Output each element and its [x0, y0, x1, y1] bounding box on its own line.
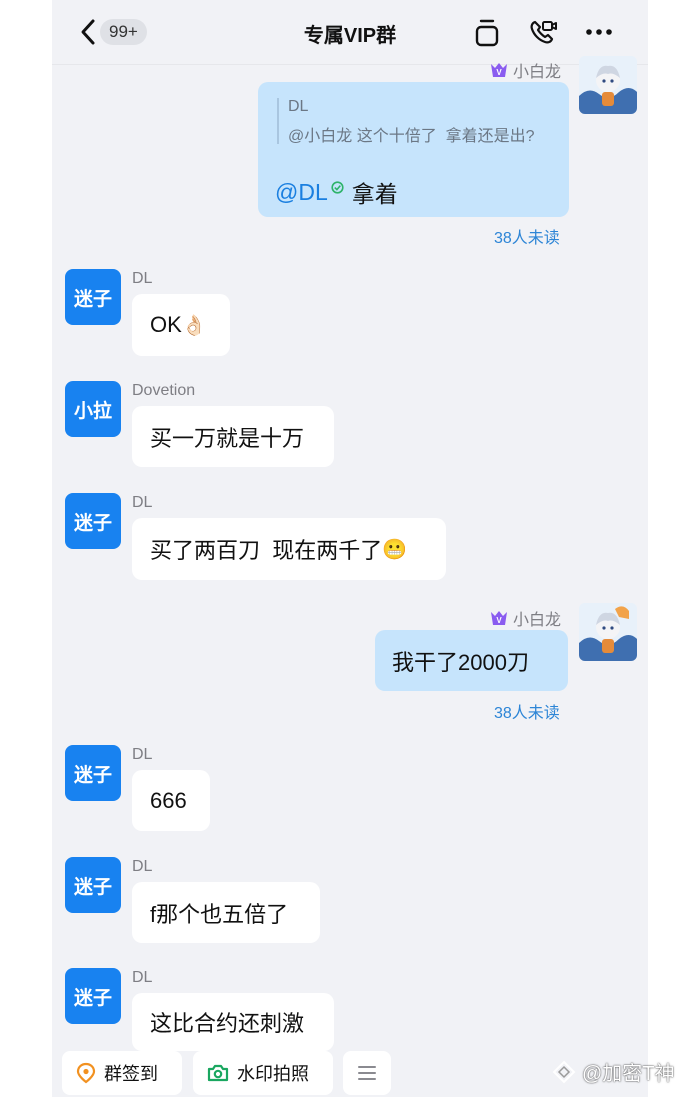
notes-icon[interactable]: [472, 16, 502, 48]
menu-icon: [358, 1066, 376, 1080]
sender-name: Dovetion: [132, 382, 196, 399]
message-text: 666: [150, 787, 187, 813]
avatar[interactable]: 迷子: [65, 745, 121, 801]
chat-header: 99+ 专属VIP群: [52, 0, 648, 65]
watermark: @加密T神: [552, 1057, 675, 1086]
avatar[interactable]: 迷子: [65, 269, 121, 325]
message-bubble[interactable]: OK 👌🏻: [132, 294, 230, 356]
message-text: 买一万就是十万: [150, 425, 305, 451]
message-text: 这比合约还刺激: [150, 1011, 305, 1036]
camera-icon: [207, 1064, 229, 1082]
watermark-logo-icon: [552, 1060, 576, 1083]
sender-name: DL: [132, 270, 153, 287]
more-tools-button[interactable]: [343, 1051, 391, 1095]
message-bubble[interactable]: f那个也五倍了: [132, 882, 320, 943]
avatar[interactable]: 迷子: [65, 857, 121, 913]
message-text: 买了两百刀 现在两千了: [150, 538, 383, 563]
video-call-icon[interactable]: [528, 16, 558, 48]
anime-avatar-image: [579, 56, 637, 114]
quote-text: @小白龙 这个十倍了 拿着还是出?: [288, 128, 535, 145]
group-checkin-button[interactable]: 群签到: [62, 1051, 182, 1095]
message-bubble-quoted[interactable]: DL @小白龙 这个十倍了 拿着还是出? @DL 拿着: [258, 82, 569, 217]
sender-name: 小白龙: [513, 64, 562, 81]
location-pin-icon: [76, 1062, 96, 1084]
watermark-text: @加密T神: [582, 1063, 675, 1085]
message-text: 拿着: [351, 181, 398, 207]
message-bubble[interactable]: 买一万就是十万: [132, 406, 334, 467]
watermark-photo-button[interactable]: 水印拍照: [193, 1051, 333, 1095]
message-text: f那个也五倍了: [150, 901, 289, 927]
svg-text:V: V: [496, 616, 502, 625]
sender-name: DL: [132, 858, 153, 875]
avatar[interactable]: 迷子: [65, 968, 121, 1024]
mention-link[interactable]: @DL: [275, 179, 328, 206]
chat-title: 专属VIP群: [303, 25, 397, 47]
ok-hand-emoji: 👌🏻: [181, 314, 207, 337]
message-bubble[interactable]: 666: [132, 770, 210, 831]
group-checkin-label: 群签到: [104, 1064, 158, 1084]
message-bubble[interactable]: 我干了2000刀: [375, 630, 568, 691]
message-text: OK: [150, 312, 182, 337]
vip-crown-icon: V: [491, 611, 507, 625]
message-text: 我干了2000刀: [392, 649, 529, 675]
watermark-photo-label: 水印拍照: [237, 1064, 309, 1084]
more-icon[interactable]: [584, 16, 614, 48]
anime-avatar-image: [579, 603, 637, 661]
self-sender-name: V 小白龙: [490, 58, 561, 82]
self-sender-name: V 小白龙: [490, 606, 561, 630]
sender-name: DL: [132, 969, 153, 986]
sender-name: DL: [132, 746, 153, 763]
vip-crown-icon: V: [491, 63, 507, 77]
quote-bar: [277, 98, 279, 144]
sender-name: 小白龙: [513, 612, 562, 629]
message-bubble[interactable]: 买了两百刀 现在两千了 😬: [132, 518, 446, 580]
message-bubble[interactable]: 这比合约还刺激: [132, 993, 334, 1051]
avatar[interactable]: 迷子: [65, 493, 121, 549]
sender-name: DL: [132, 494, 153, 511]
verified-check-icon: [331, 180, 344, 194]
quote-author: DL: [288, 98, 309, 115]
self-avatar[interactable]: [579, 603, 637, 661]
read-status[interactable]: 38人未读: [494, 699, 560, 723]
grimacing-emoji: 😬: [382, 538, 408, 561]
avatar[interactable]: 小拉: [65, 381, 121, 437]
svg-text:V: V: [496, 68, 502, 77]
read-status[interactable]: 38人未读: [494, 224, 560, 248]
self-avatar[interactable]: [579, 56, 637, 114]
